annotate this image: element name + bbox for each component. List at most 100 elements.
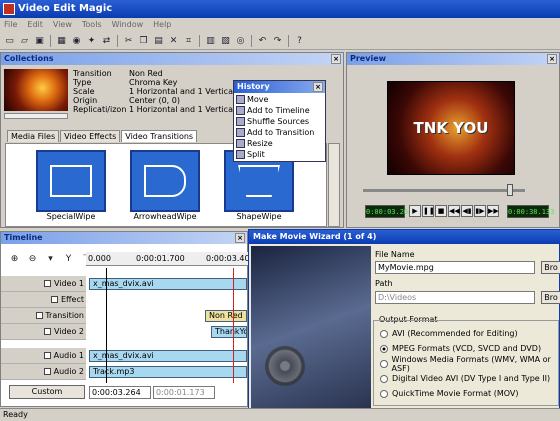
track-audio-2[interactable]: Audio 2 (1, 364, 86, 380)
close-icon[interactable]: × (331, 54, 341, 64)
menu-tools[interactable]: Tools (82, 18, 102, 32)
status-bar: Ready (0, 408, 560, 421)
browse-file-button[interactable]: Bro (541, 261, 560, 274)
radio-wmv[interactable] (380, 359, 388, 368)
history-header: History × (234, 81, 325, 93)
timeline-header: Timeline × (1, 232, 247, 244)
format-option-wmv[interactable]: Windows Media Formats (WMV, WMA or ASF) (380, 355, 558, 373)
end-marker[interactable] (233, 268, 234, 383)
tab-video-effects[interactable]: Video Effects (60, 130, 121, 142)
browse-path-button[interactable]: Bro (541, 291, 560, 304)
collections-scrollbar[interactable] (328, 143, 340, 227)
export-icon[interactable]: ▧ (218, 34, 233, 48)
step-back-icon[interactable]: ◀▮ (461, 205, 473, 217)
history-item[interactable]: Add to Timeline (236, 105, 323, 116)
save-icon[interactable]: ▣ (32, 34, 47, 48)
transition-tile-special-wipe[interactable]: SpecialWipe (36, 150, 106, 221)
ruler-tick: 0:00:01.700 (136, 254, 185, 263)
file-name-input[interactable]: MyMovie.mpg (375, 261, 535, 274)
track-toggle[interactable] (44, 368, 52, 375)
transition-icon[interactable]: ⇄ (99, 34, 114, 48)
menu-edit[interactable]: Edit (27, 18, 43, 32)
cut-icon[interactable]: ✂ (121, 34, 136, 48)
close-icon[interactable]: × (235, 233, 245, 243)
track-effect[interactable]: Effect (1, 292, 86, 308)
select-icon[interactable]: ⌗ (181, 34, 196, 48)
time-ruler[interactable]: 0.000 0:00:01.700 0:00:03.400 (86, 252, 255, 266)
seek-bar[interactable] (363, 189, 525, 192)
clip-audio-2[interactable]: Track.mp3 (89, 366, 247, 378)
title-bar: Video Edit Magic (0, 0, 560, 18)
history-item[interactable]: Move (236, 94, 323, 105)
record-icon[interactable]: ◉ (69, 34, 84, 48)
format-option-avi[interactable]: AVI (Recommended for Editing) (380, 326, 558, 341)
zoom-out-icon[interactable]: ⊖ (25, 252, 40, 266)
tab-video-transitions[interactable]: Video Transitions (121, 130, 198, 142)
rewind-icon[interactable]: ◀◀ (448, 205, 460, 217)
track-toggle[interactable] (35, 312, 43, 319)
fast-forward-icon[interactable]: ▶▶ (487, 205, 499, 217)
thumbnail-slider[interactable] (4, 113, 68, 119)
menu-help[interactable]: Help (153, 18, 171, 32)
track-toggle[interactable] (44, 328, 52, 335)
track-audio-1[interactable]: Audio 1 (1, 348, 86, 364)
new-icon[interactable]: ▭ (2, 34, 17, 48)
menu-view[interactable]: View (53, 18, 72, 32)
track-toggle[interactable] (51, 296, 59, 303)
radio-mpeg[interactable] (380, 344, 388, 353)
paste-icon[interactable]: ▤ (151, 34, 166, 48)
menu-file[interactable]: File (4, 18, 17, 32)
transition-tile-arrowhead-wipe[interactable]: ArrowheadWipe (130, 150, 200, 221)
make-movie-wizard: Make Movie Wizard (1 of 4) File Name MyM… (248, 229, 560, 409)
format-option-dv[interactable]: Digital Video AVI (DV Type I and Type II… (380, 371, 558, 386)
radio-dv[interactable] (380, 374, 388, 383)
track-transition[interactable]: Transition (1, 308, 86, 324)
copy-icon[interactable]: ❐ (136, 34, 151, 48)
clip-transition[interactable]: Non Red (205, 310, 247, 322)
help-icon[interactable]: ? (292, 34, 307, 48)
track-toggle[interactable] (44, 352, 52, 359)
undo-icon[interactable]: ↶ (255, 34, 270, 48)
duration-field[interactable]: 0:00:01.173 (153, 386, 215, 399)
zoom-in-icon[interactable]: ⊕ (7, 252, 22, 266)
close-icon[interactable]: × (313, 82, 323, 92)
step-forward-icon[interactable]: ▮▶ (474, 205, 486, 217)
resize-icon (236, 139, 245, 148)
clip-video-2[interactable]: ThankYou (211, 326, 247, 338)
history-item[interactable]: Split (236, 149, 323, 159)
track-toggle[interactable] (44, 280, 52, 287)
delete-icon[interactable]: ✕ (166, 34, 181, 48)
marker-icon[interactable]: ▾ (43, 252, 58, 266)
seek-thumb[interactable] (507, 184, 513, 196)
clip-audio-1[interactable]: x_mas_dvix.avi (89, 350, 247, 362)
playhead[interactable] (106, 268, 107, 383)
stop-icon[interactable]: ■ (435, 205, 447, 217)
track-video-1[interactable]: Video 1 (1, 276, 86, 292)
pause-icon[interactable]: ❚❚ (422, 205, 435, 217)
history-item[interactable]: Shuffle Sources (236, 116, 323, 127)
radio-avi[interactable] (380, 329, 388, 338)
radio-mov[interactable] (380, 389, 388, 398)
track-video-2[interactable]: Video 2 (1, 324, 86, 340)
effect-icon[interactable]: ✦ (84, 34, 99, 48)
history-item[interactable]: Add to Transition (236, 127, 323, 138)
menu-window[interactable]: Window (112, 18, 144, 32)
close-icon[interactable]: × (547, 54, 557, 64)
redo-icon[interactable]: ↷ (270, 34, 285, 48)
path-input[interactable]: D:\Videos (375, 291, 535, 304)
toolbar-divider (50, 34, 51, 47)
timecode-field[interactable]: 0:00:03.264 (89, 386, 151, 399)
arrowhead-wipe-icon (130, 150, 200, 212)
clip-video-1[interactable]: x_mas_dvix.avi (89, 278, 247, 290)
burn-icon[interactable]: ◎ (233, 34, 248, 48)
tab-media-files[interactable]: Media Files (7, 130, 60, 142)
open-icon[interactable]: ▱ (17, 34, 32, 48)
capture-icon[interactable]: ▦ (54, 34, 69, 48)
history-item[interactable]: Resize (236, 138, 323, 149)
play-icon[interactable]: ▶ (409, 205, 421, 217)
filter-icon[interactable]: Y (61, 252, 76, 266)
toolbar-divider (117, 34, 118, 47)
custom-button[interactable]: Custom (9, 385, 85, 399)
format-option-mov[interactable]: QuickTime Movie Format (MOV) (380, 386, 558, 401)
screen-icon[interactable]: ▥ (203, 34, 218, 48)
